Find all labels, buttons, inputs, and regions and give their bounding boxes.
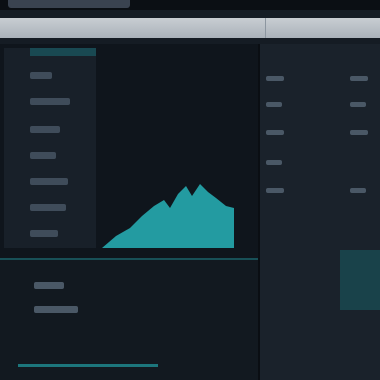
list-item[interactable] — [30, 152, 56, 159]
header-bar — [0, 18, 380, 38]
list-item[interactable] — [30, 178, 68, 185]
right-accent-block — [340, 250, 380, 310]
side-list-item[interactable] — [266, 76, 284, 81]
list-item[interactable] — [30, 98, 70, 105]
side-list-item[interactable] — [350, 102, 366, 107]
header-divider — [265, 18, 266, 38]
window-tab[interactable] — [8, 0, 130, 8]
side-list-item[interactable] — [266, 188, 284, 193]
list-item[interactable] — [30, 204, 66, 211]
side-list-item[interactable] — [266, 102, 282, 107]
list-item[interactable] — [30, 230, 58, 237]
side-list-item[interactable] — [350, 130, 368, 135]
list-item[interactable] — [34, 282, 64, 289]
list-item[interactable] — [34, 306, 78, 313]
list-item[interactable] — [30, 72, 52, 79]
side-list-item[interactable] — [266, 160, 282, 165]
list-item[interactable] — [30, 126, 60, 133]
progress-line — [18, 364, 158, 367]
side-list-item[interactable] — [266, 130, 284, 135]
selected-row-highlight[interactable] — [30, 48, 96, 56]
bottom-panel — [0, 260, 258, 380]
panel-divider[interactable] — [258, 44, 260, 380]
chart-area-shape — [102, 184, 234, 248]
side-list-item[interactable] — [350, 76, 368, 81]
chart-area — [96, 56, 246, 256]
window-titlebar — [0, 0, 380, 10]
side-list-item[interactable] — [350, 188, 366, 193]
right-panel — [258, 44, 380, 380]
